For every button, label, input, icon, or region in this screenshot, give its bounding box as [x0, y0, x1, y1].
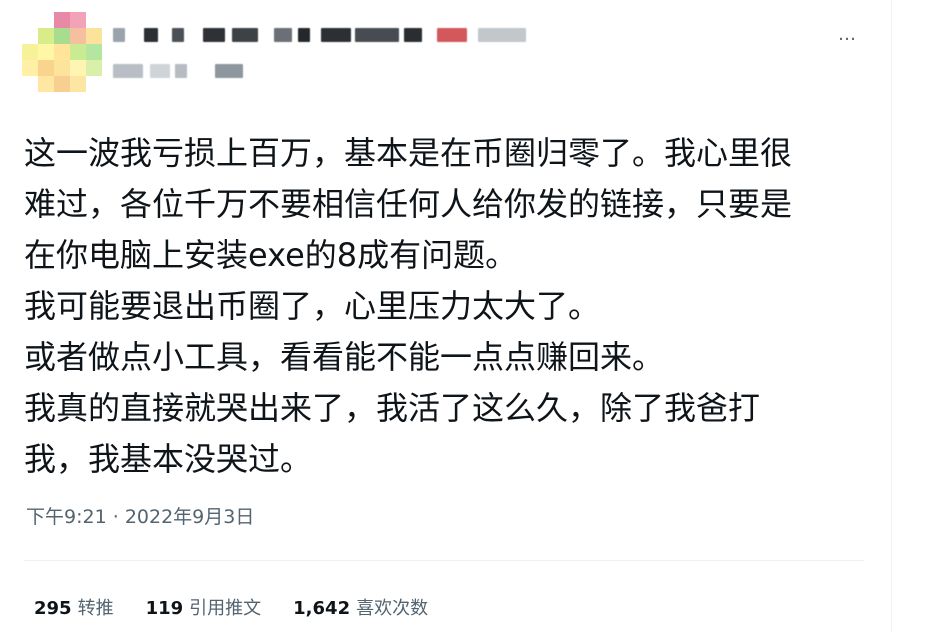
retweet-label: 转推 [77, 598, 114, 619]
tweet-timestamp[interactable]: 下午9:21 · 2022年9月3日 [26, 502, 254, 529]
avatar-pixel [22, 60, 38, 76]
divider [24, 560, 864, 561]
avatar[interactable] [22, 12, 106, 100]
like-count: 1,642 [293, 598, 351, 619]
avatar-pixel [38, 28, 54, 44]
avatar-pixel [54, 76, 70, 92]
avatar-pixel [86, 60, 102, 76]
tweet-text: 这一波我亏损上百万，基本是在币圈归零了。我心里很 难过，各位千万不要相信任何人给… [24, 134, 793, 478]
tweet-date: 2022年9月3日 [124, 506, 255, 528]
retweets-stat[interactable]: 295 转推 [34, 594, 114, 620]
avatar-pixel [70, 60, 86, 76]
avatar-pixel [54, 44, 70, 60]
avatar-pixel [38, 60, 54, 76]
avatar-pixel [70, 44, 86, 60]
timestamp-separator: · [112, 506, 119, 528]
quote-count: 119 [145, 598, 184, 619]
tweet-card: … 这一波我亏损上百万，基本是在币圈归零了。我心里很 难过，各位千万不要相信任何… [0, 0, 892, 632]
quote-tweets-stat[interactable]: 119 引用推文 [146, 594, 262, 620]
quote-label: 引用推文 [189, 598, 262, 619]
avatar-pixel [38, 44, 54, 60]
retweet-count: 295 [34, 598, 72, 619]
avatar-pixel [70, 12, 86, 28]
avatar-pixel [70, 76, 86, 92]
avatar-pixel [38, 76, 54, 92]
tweet-stats: 295 转推 119 引用推文 1,642 喜欢次数 [34, 594, 428, 620]
avatar-pixel [86, 28, 102, 44]
avatar-pixel [22, 44, 38, 60]
avatar-pixel [54, 28, 70, 44]
avatar-pixel [54, 12, 70, 28]
likes-stat[interactable]: 1,642 喜欢次数 [293, 594, 428, 620]
avatar-pixel [86, 44, 102, 60]
tweet-time: 下午9:21 [26, 506, 107, 528]
more-horizontal-icon[interactable]: … [838, 26, 857, 44]
like-label: 喜欢次数 [356, 598, 429, 619]
avatar-pixel [70, 28, 86, 44]
avatar-pixel [54, 60, 70, 76]
